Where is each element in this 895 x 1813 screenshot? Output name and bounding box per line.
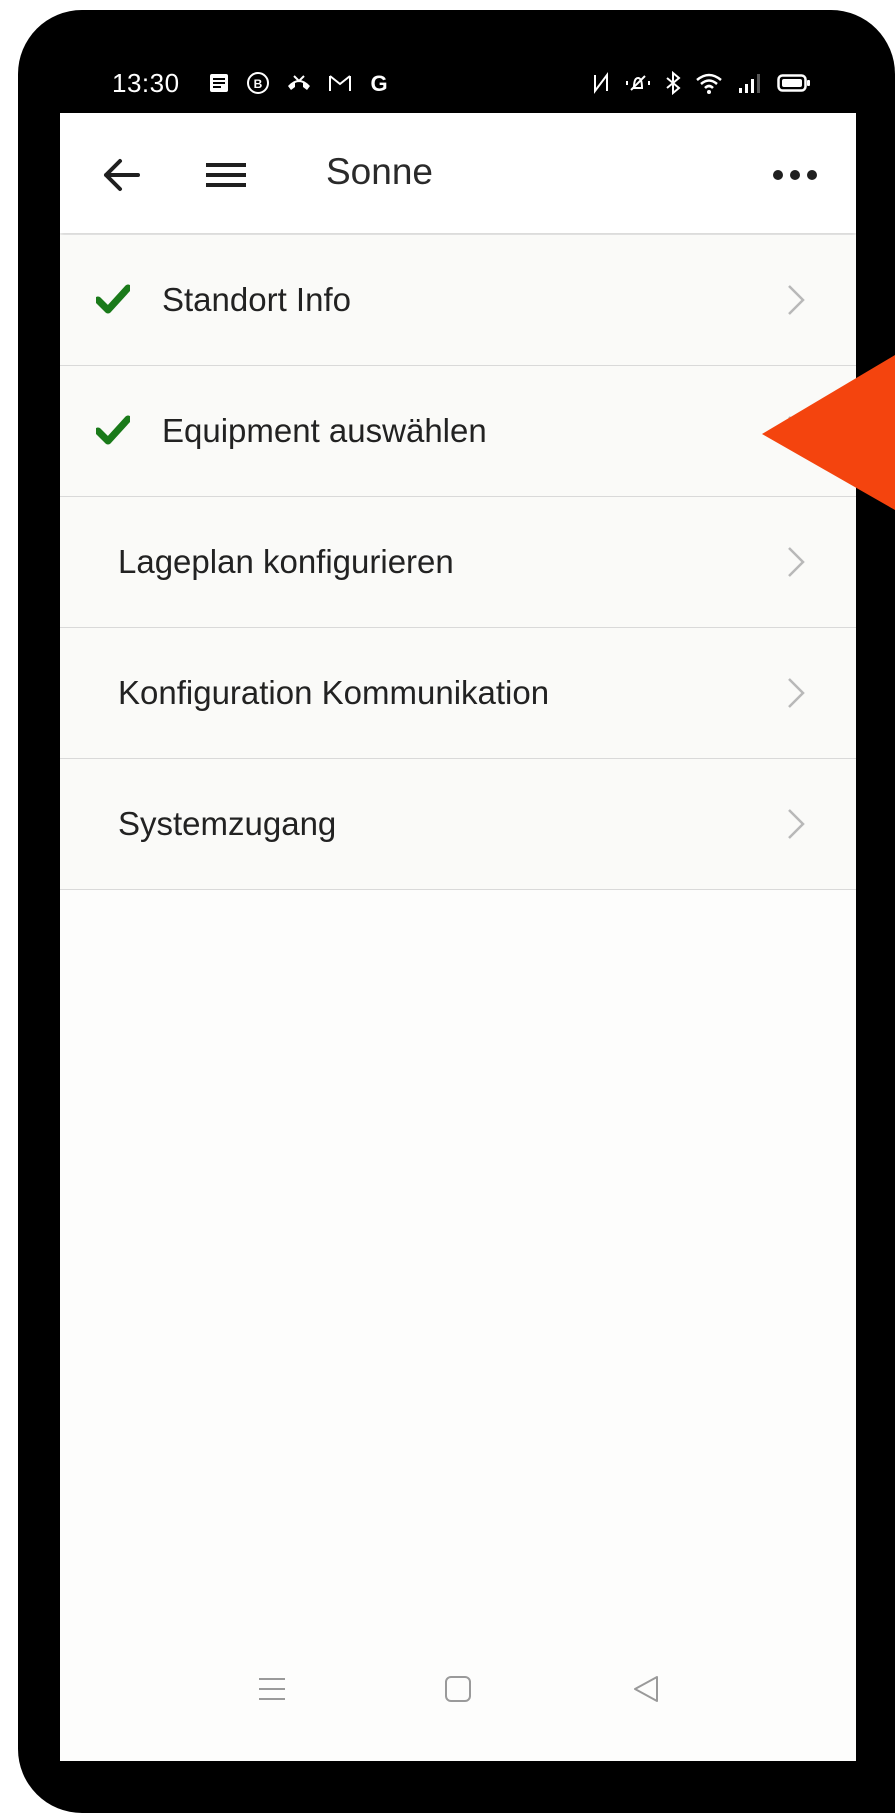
list-item-label: Systemzugang	[118, 805, 337, 842]
b-circle-icon: B	[247, 72, 269, 94]
recents-menu-icon	[259, 1678, 285, 1700]
chevron-right-icon	[788, 547, 805, 577]
status-bar: 13:30 B G	[60, 55, 855, 111]
checkmark-icon	[96, 284, 130, 314]
highlight-arrow-pointer	[762, 355, 895, 510]
vibrate-icon	[626, 75, 650, 91]
back-triangle-icon	[634, 1676, 658, 1702]
list-item-label: Equipment auswählen	[162, 412, 487, 449]
chevron-right-icon	[788, 285, 805, 315]
chevron-right-icon	[788, 678, 805, 708]
signal-icon	[739, 74, 760, 93]
config-step-list: Standort Info Equipment auswählen Lagepl…	[60, 235, 856, 890]
status-time: 13:30	[112, 67, 180, 98]
missed-call-icon	[288, 75, 310, 90]
more-options-button[interactable]	[760, 149, 830, 201]
status-notification-icons: B G	[208, 71, 390, 95]
news-icon	[210, 74, 228, 92]
system-nav-bar	[60, 1611, 856, 1761]
list-item-equipment-auswaehlen[interactable]: Equipment auswählen	[60, 366, 856, 497]
list-item-label: Konfiguration Kommunikation	[118, 674, 550, 711]
app-screen: Sonne Standort Info Equipment auswählen …	[60, 113, 856, 1761]
recents-button[interactable]	[252, 1669, 292, 1709]
more-horizontal-icon	[773, 170, 817, 180]
app-bar: Sonne	[60, 113, 856, 233]
arrow-left-icon	[104, 159, 140, 191]
gmail-icon	[329, 75, 351, 91]
hamburger-icon	[206, 163, 246, 187]
list-item-systemzugang[interactable]: Systemzugang	[60, 759, 856, 890]
nfc-icon	[594, 72, 608, 94]
status-system-icons	[591, 71, 811, 95]
wifi-icon	[696, 73, 722, 94]
list-item-label: Lageplan konfigurieren	[118, 543, 454, 580]
page-title: Sonne	[326, 151, 433, 192]
menu-button[interactable]	[200, 149, 252, 201]
bluetooth-icon	[666, 71, 681, 95]
back-nav-button[interactable]	[626, 1669, 666, 1709]
home-button[interactable]	[438, 1669, 478, 1709]
battery-icon	[777, 74, 810, 92]
checkmark-icon	[96, 415, 130, 445]
list-item-standort-info[interactable]: Standort Info	[60, 235, 856, 366]
back-button[interactable]	[96, 149, 148, 201]
list-item-lageplan-konfigurieren[interactable]: Lageplan konfigurieren	[60, 497, 856, 628]
svg-text:B: B	[254, 77, 263, 91]
home-square-icon	[445, 1676, 471, 1702]
svg-text:G: G	[370, 72, 387, 94]
chevron-right-icon	[788, 809, 805, 839]
list-item-konfiguration-kommunikation[interactable]: Konfiguration Kommunikation	[60, 628, 856, 759]
list-item-label: Standort Info	[162, 281, 351, 318]
google-icon: G	[370, 72, 387, 94]
